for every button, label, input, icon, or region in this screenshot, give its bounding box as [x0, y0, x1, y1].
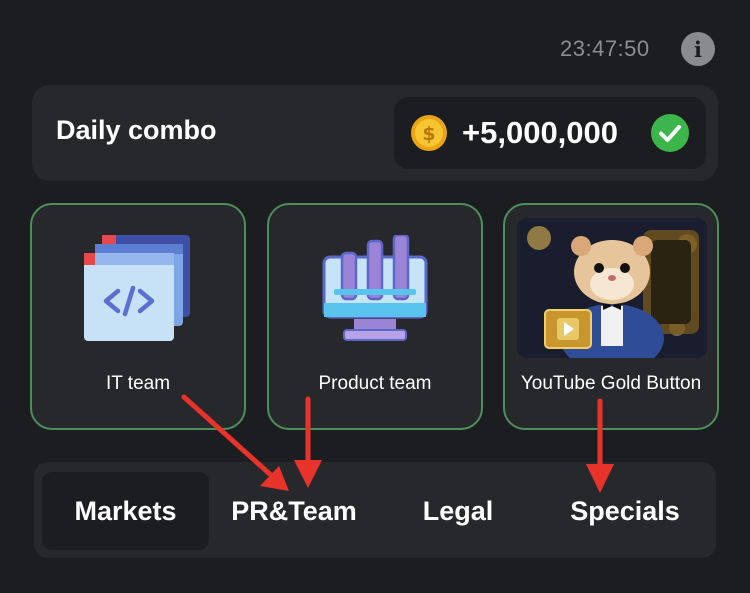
hamster-gold-button-image	[517, 218, 707, 358]
check-circle-icon	[651, 114, 689, 152]
card-label: YouTube Gold Button	[520, 373, 702, 394]
category-tabs: Markets PR&Team Legal Specials	[34, 462, 716, 558]
tab-legal[interactable]: Legal	[380, 472, 536, 550]
tab-specials[interactable]: Specials	[542, 472, 708, 550]
reward-pill: $ +5,000,000	[394, 97, 706, 169]
monitor-chart-icon	[322, 235, 428, 341]
gold-coin-icon: $	[411, 115, 447, 151]
daily-combo-title: Daily combo	[56, 115, 217, 145]
reward-value: +5,000,000	[462, 115, 619, 150]
card-youtube-gold-button[interactable]: YouTube Gold Button	[503, 203, 719, 430]
tab-markets[interactable]: Markets	[42, 472, 209, 550]
tab-pr-team[interactable]: PR&Team	[214, 472, 374, 550]
daily-combo-bar: Daily combo $ +5,000,000	[32, 85, 718, 181]
card-label: IT team	[105, 373, 171, 394]
countdown-timer: 23:47:50	[560, 36, 650, 61]
card-label: Product team	[318, 373, 432, 394]
code-windows-icon	[84, 235, 190, 341]
info-icon[interactable]: i	[681, 32, 715, 66]
svg-text:$: $	[422, 123, 435, 145]
card-product-team[interactable]: Product team	[267, 203, 483, 430]
card-it-team[interactable]: IT team	[30, 203, 246, 430]
